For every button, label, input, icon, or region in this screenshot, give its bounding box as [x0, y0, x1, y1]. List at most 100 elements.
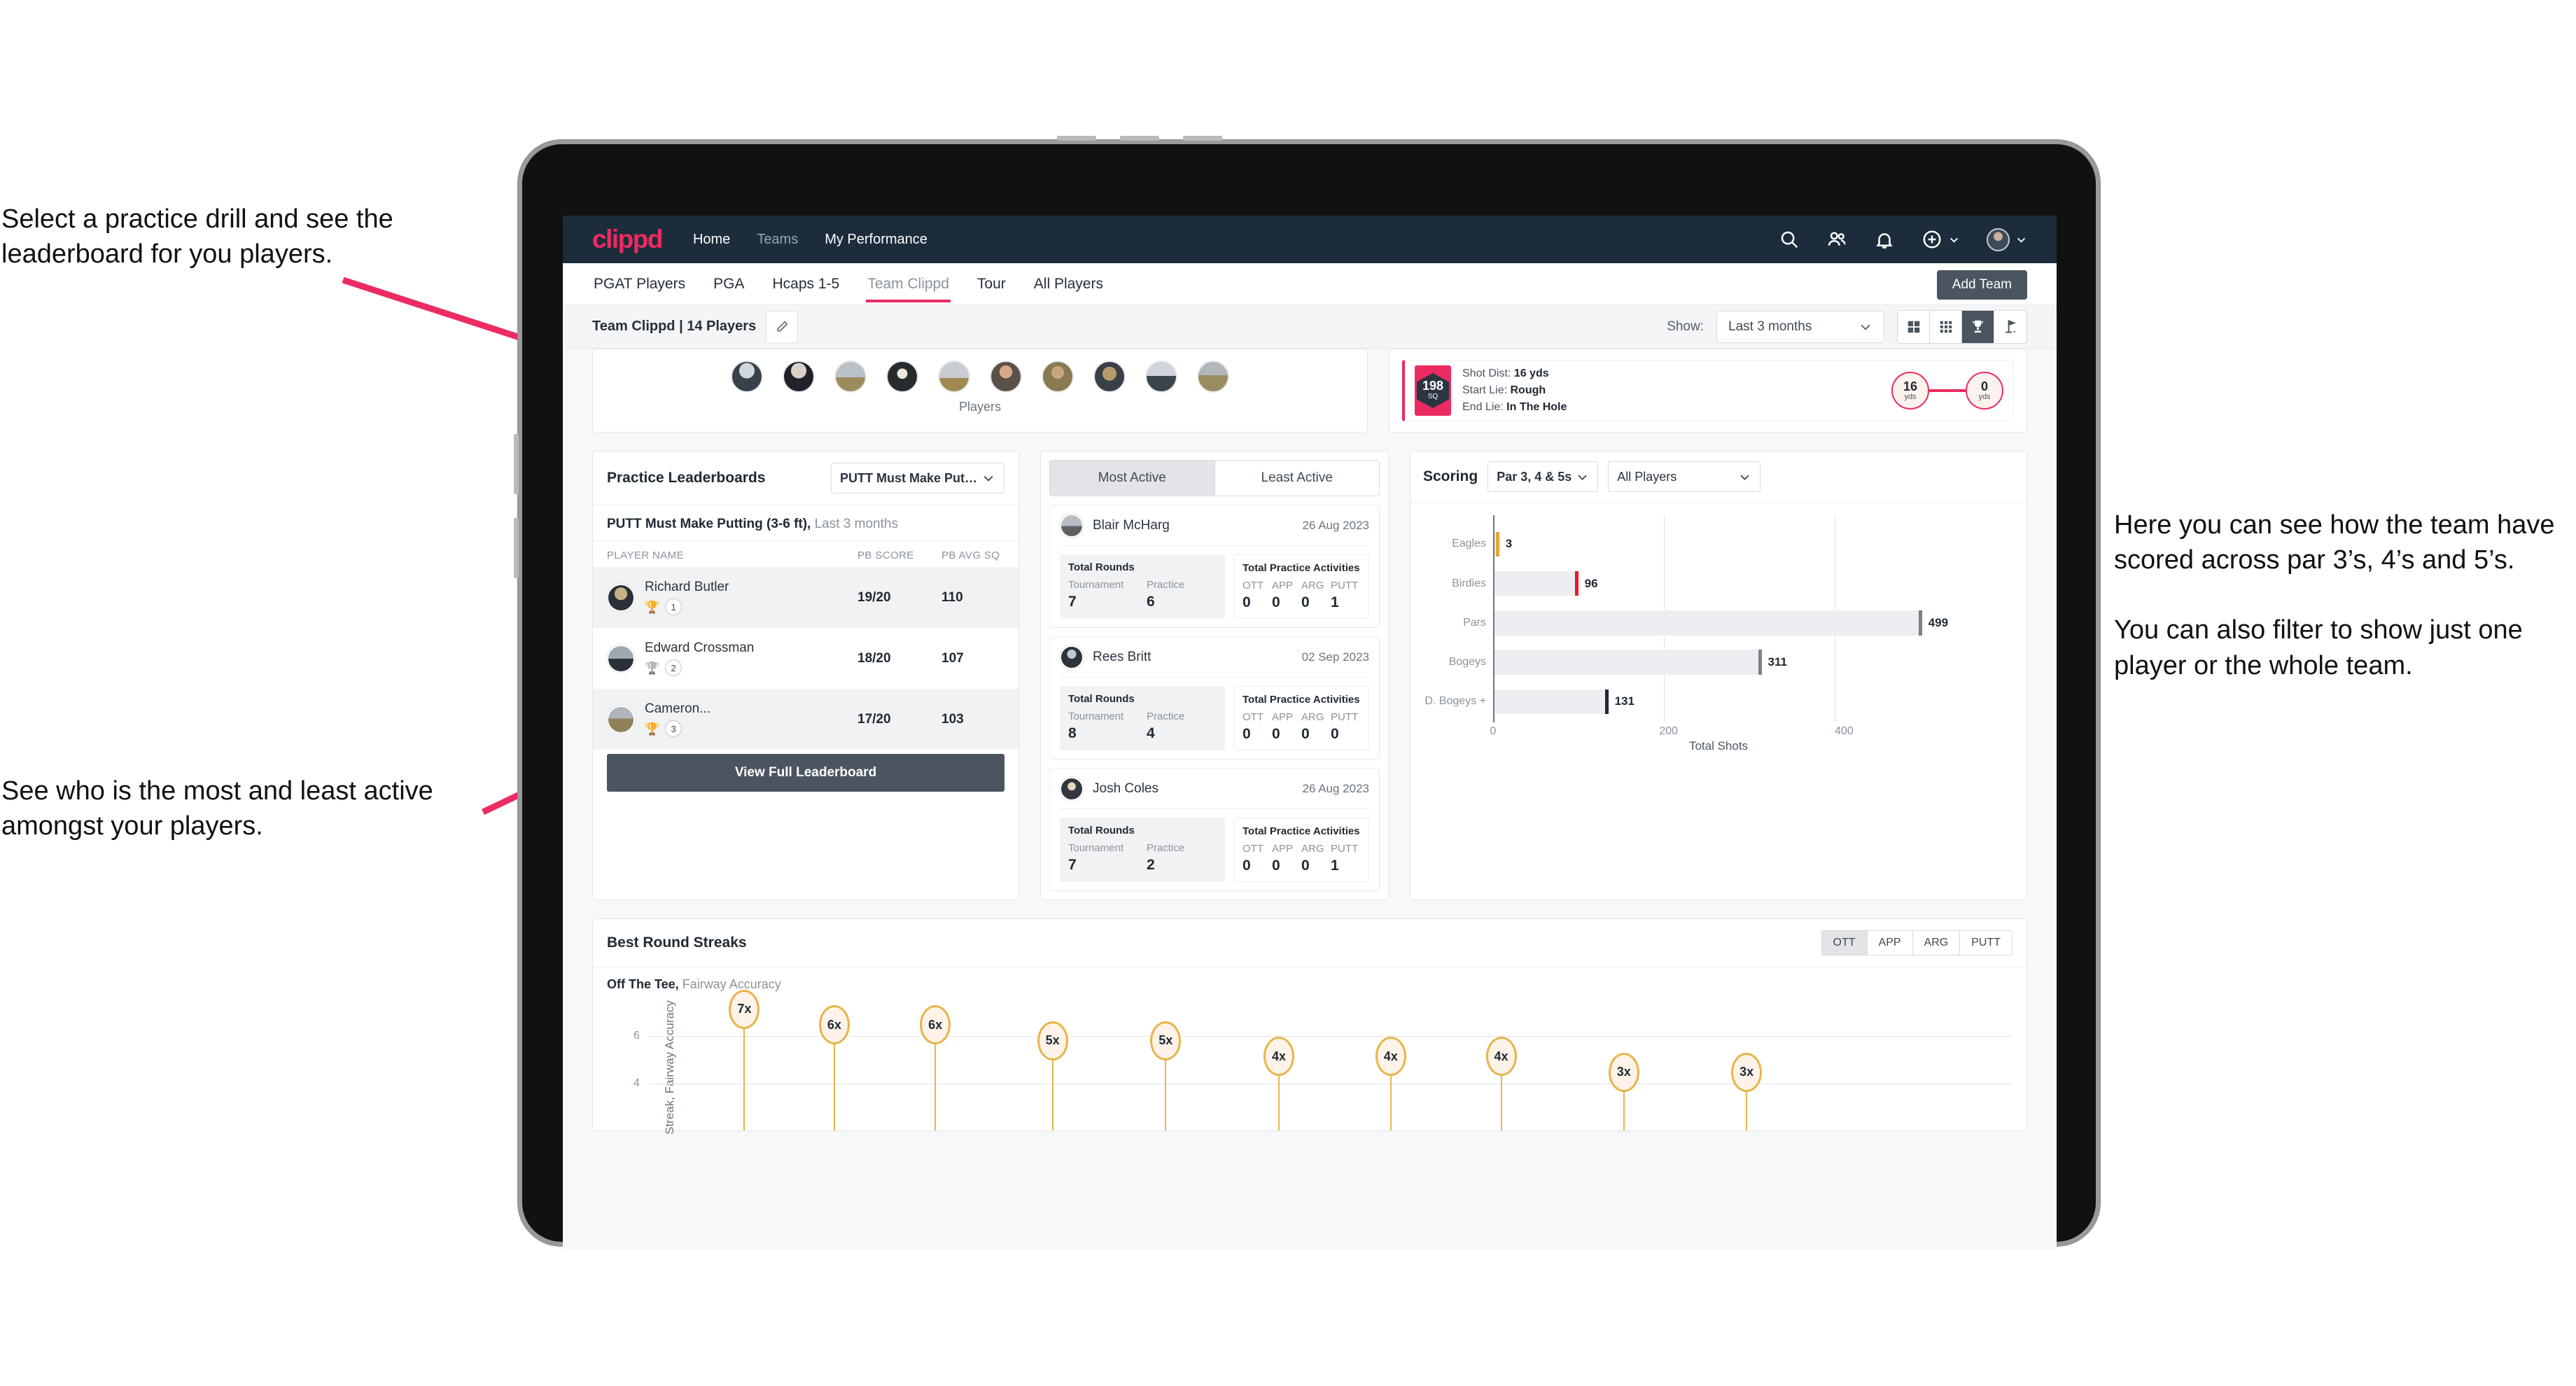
streaks-tab-ott[interactable]: OTT	[1821, 931, 1868, 955]
streak-value-bubble: 5x	[1037, 1021, 1068, 1060]
people-icon[interactable]	[1826, 229, 1847, 250]
bar-row-double-bogeys: D. Bogeys + 131	[1424, 689, 1972, 715]
column-pb-avg-sq: PB AVG SQ	[941, 550, 1000, 561]
rounds-values: 8 4	[1068, 725, 1217, 742]
avatar	[1060, 514, 1084, 538]
activities-values: 0 0 0 0	[1242, 726, 1360, 743]
avatar[interactable]	[1145, 360, 1177, 393]
device-side-button-2	[514, 518, 519, 578]
streaks-tab-app[interactable]: APP	[1868, 931, 1913, 955]
view-full-leaderboard-button[interactable]: View Full Leaderboard	[607, 754, 1004, 792]
create-menu[interactable]	[1921, 229, 1960, 250]
grid-small-icon[interactable]	[1930, 310, 1962, 343]
bar-label: Birdies	[1452, 577, 1486, 589]
bar-value: 96	[1584, 576, 1598, 590]
tab-all-players[interactable]: All Players	[1032, 266, 1105, 302]
column-ott: OTT	[1242, 711, 1264, 723]
player-filter-select[interactable]: All Players	[1608, 461, 1761, 492]
activity-card: Most Active Least Active Blair McHarg 26…	[1040, 451, 1389, 900]
player-name: Josh Coles	[1093, 781, 1158, 796]
table-row[interactable]: Cameron... 🏆 3 17/20 103	[593, 689, 1018, 750]
avatar	[607, 583, 635, 612]
device-bezel: clippd Home Teams My Performance PGAT Pl…	[522, 144, 2096, 1250]
start-yards-unit: yds	[1904, 393, 1917, 401]
streak-point[interactable]: 4x	[1375, 1037, 1406, 1130]
profile-menu[interactable]	[1987, 227, 2027, 251]
date-range-select[interactable]: Last 3 months	[1716, 310, 1884, 343]
tab-pgat-players[interactable]: PGAT Players	[592, 266, 687, 302]
shot-detail-row[interactable]: 198 SQ Shot Dist: 16 yds Start Lie: Roug…	[1402, 360, 2014, 421]
arg-value: 0	[1301, 594, 1310, 610]
player-avatars	[593, 360, 1367, 393]
best-round-streaks-card: Best Round Streaks OTT APP ARG PUTT Off …	[592, 918, 2027, 1135]
list-item[interactable]: Blair McHarg 26 Aug 2023 Total Rounds To…	[1049, 505, 1380, 628]
trophy-icon: 🏆	[645, 600, 660, 614]
streak-point[interactable]: 6x	[920, 1005, 951, 1130]
streaks-tab-putt[interactable]: PUTT	[1960, 931, 2012, 955]
total-rounds-title: Total Rounds	[1068, 825, 1135, 836]
tab-most-active[interactable]: Most Active	[1050, 461, 1214, 496]
nav-link-teams[interactable]: Teams	[757, 232, 798, 248]
edit-team-button[interactable]	[766, 310, 799, 343]
avatar[interactable]	[990, 360, 1022, 393]
list-item[interactable]: Josh Coles 26 Aug 2023 Total Rounds Tour…	[1049, 768, 1380, 891]
activities-values: 0 0 0 1	[1242, 858, 1360, 874]
tab-hcaps-1-5[interactable]: Hcaps 1-5	[771, 266, 841, 302]
avatar[interactable]	[783, 360, 815, 393]
arg-value: 0	[1301, 726, 1310, 742]
bell-icon[interactable]	[1874, 229, 1895, 250]
column-player-name: PLAYER NAME	[607, 550, 684, 561]
avatar[interactable]	[1042, 360, 1074, 393]
table-row[interactable]: Richard Butler 🏆 1 19/20 110	[593, 567, 1018, 628]
streak-point[interactable]: 4x	[1263, 1037, 1294, 1130]
tab-pga[interactable]: PGA	[712, 266, 746, 302]
tab-least-active[interactable]: Least Active	[1214, 461, 1379, 496]
streak-point[interactable]: 5x	[1150, 1021, 1182, 1130]
streak-point[interactable]: 3x	[1608, 1052, 1639, 1130]
streaks-tab-arg[interactable]: ARG	[1913, 931, 1961, 955]
chevron-down-icon[interactable]	[1948, 234, 1960, 246]
avatar[interactable]	[731, 360, 763, 393]
sq-unit: SQ	[1427, 393, 1438, 400]
avatar	[607, 644, 635, 673]
pencil-icon	[777, 321, 788, 332]
activity-date: 02 Sep 2023	[1301, 650, 1369, 664]
avatar[interactable]	[1093, 360, 1126, 393]
clippd-logo[interactable]: clippd	[592, 225, 663, 254]
nav-link-my-performance[interactable]: My Performance	[825, 232, 927, 248]
add-team-button[interactable]: Add Team	[1936, 270, 2027, 300]
flag-icon[interactable]	[1994, 311, 2026, 343]
streak-point[interactable]: 3x	[1731, 1052, 1763, 1130]
player-filter-value: All Players	[1617, 469, 1677, 484]
player-rank: 🏆 2	[645, 659, 754, 676]
trophy-icon[interactable]	[1962, 310, 1994, 343]
streak-value-bubble: 6x	[818, 1005, 850, 1044]
total-rounds-block: Total Rounds Tournament Practice 7 6	[1060, 554, 1225, 619]
nav-link-home[interactable]: Home	[693, 232, 730, 248]
avatar[interactable]	[1987, 227, 2010, 251]
search-icon[interactable]	[1779, 229, 1800, 250]
avatar[interactable]	[834, 360, 867, 393]
streak-point[interactable]: 7x	[729, 989, 760, 1130]
arg-value: 0	[1301, 858, 1310, 874]
streak-point[interactable]: 6x	[818, 1005, 850, 1130]
par-filter-select[interactable]: Par 3, 4 & 5s	[1488, 461, 1599, 492]
tab-team-clippd[interactable]: Team Clippd	[866, 266, 951, 302]
avatar[interactable]	[1197, 360, 1229, 393]
plus-circle-icon[interactable]	[1921, 229, 1942, 250]
table-row[interactable]: Edward Crossman 🏆 2 18/20 107	[593, 628, 1018, 689]
avatar[interactable]	[886, 360, 918, 393]
tab-tour[interactable]: Tour	[976, 266, 1007, 302]
list-item[interactable]: Rees Britt 02 Sep 2023 Total Rounds Tour…	[1049, 636, 1380, 760]
avatar[interactable]	[938, 360, 970, 393]
ott-value: 0	[1242, 726, 1251, 742]
streak-point[interactable]: 4x	[1485, 1037, 1517, 1130]
start-distance-marker: 16 yds	[1891, 372, 1929, 410]
grid-large-icon[interactable]	[1898, 310, 1930, 343]
ott-value: 0	[1242, 594, 1251, 610]
streak-point[interactable]: 5x	[1037, 1021, 1068, 1130]
leaderboard-header: Practice Leaderboards PUTT Must Make Put…	[593, 451, 1018, 505]
top-row: Players 198 SQ Shot Dist: 16 yds Start L…	[592, 349, 2027, 433]
chevron-down-icon[interactable]	[2015, 234, 2027, 246]
drill-select[interactable]: PUTT Must Make Putting ...	[831, 463, 1004, 493]
